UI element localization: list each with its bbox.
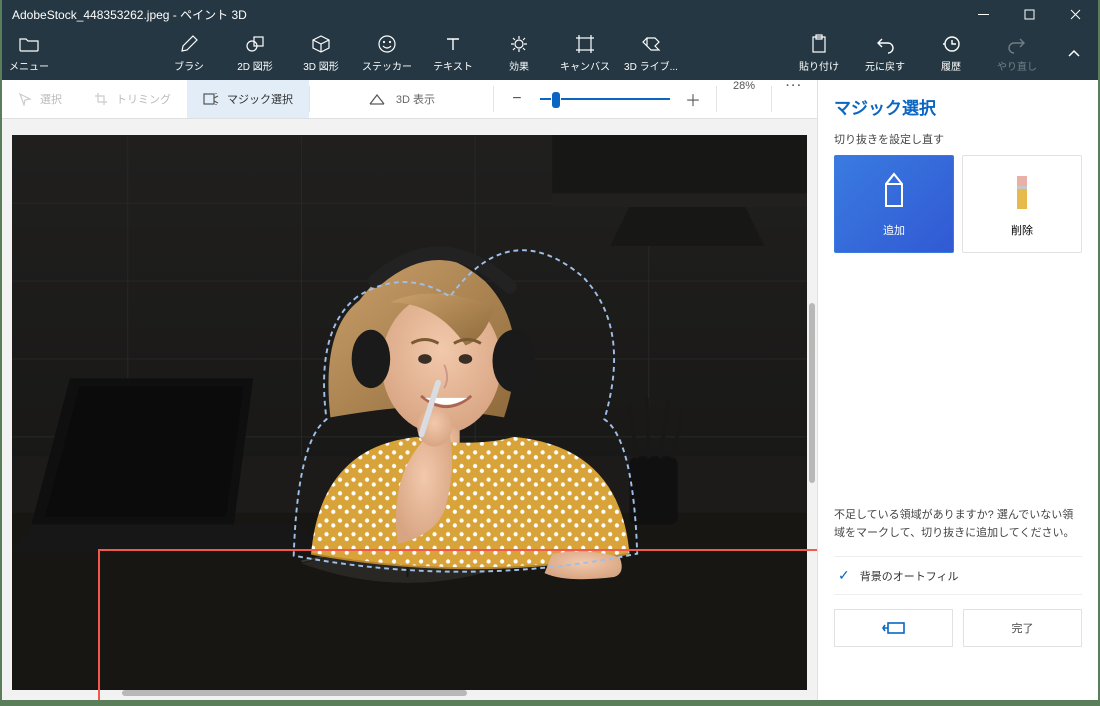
window-maximize-button[interactable] (1006, 0, 1052, 28)
panel-back-button[interactable] (834, 609, 953, 647)
done-label: 完了 (1012, 620, 1034, 636)
window-title: AdobeStock_448353262.jpeg - ペイント 3D (12, 6, 247, 23)
canvas-label: キャンバス (560, 58, 610, 73)
lib3d-label: 3D ライブ... (624, 58, 678, 73)
history-icon (941, 34, 961, 54)
shape2d-button[interactable]: 2D 図形 (222, 28, 288, 80)
shape2d-label: 2D 図形 (237, 58, 273, 73)
lib3d-icon (641, 34, 661, 54)
paste-label: 貼り付け (799, 58, 839, 73)
magic-label: マジック選択 (227, 91, 293, 107)
effect-label: 効果 (509, 58, 529, 73)
menu-button[interactable]: メニュー (2, 28, 56, 80)
autofill-checkbox[interactable]: ✓ 背景のオートフィル (834, 556, 1082, 595)
crop-label: トリミング (116, 91, 171, 107)
window-close-button[interactable] (1052, 0, 1098, 28)
brush-icon (179, 34, 199, 54)
brush-label: ブラシ (174, 58, 204, 73)
shape3d-icon (311, 34, 331, 54)
add-label: 追加 (883, 222, 905, 238)
menu-label: メニュー (9, 58, 49, 73)
effect-button[interactable]: 効果 (486, 28, 552, 80)
shape2d-icon (245, 34, 265, 54)
history-button[interactable]: 履歴 (918, 28, 984, 80)
zoom-in-button[interactable]: ＋ (684, 90, 702, 108)
sticker-button[interactable]: ステッカー (354, 28, 420, 80)
magic-select-tool[interactable]: マジック選択 (187, 80, 309, 118)
view3d-icon (368, 92, 386, 106)
zoom-slider[interactable] (540, 90, 670, 108)
select-label: 選択 (40, 91, 62, 107)
collapse-ribbon-button[interactable] (1050, 28, 1098, 80)
autofill-label: 背景のオートフィル (860, 568, 959, 584)
shape3d-button[interactable]: 3D 図形 (288, 28, 354, 80)
pencil-add-icon (877, 170, 911, 214)
add-tile[interactable]: 追加 (834, 155, 954, 253)
panel-hint: 不足している領域がありますか? 選んでいない領域をマークして、切り抜きに追加して… (834, 507, 1082, 542)
text-label: テキスト (433, 58, 473, 73)
more-button[interactable]: ··· (772, 80, 817, 118)
text-icon (443, 34, 463, 54)
folder-icon (19, 34, 39, 54)
text-button[interactable]: テキスト (420, 28, 486, 80)
paste-icon (809, 34, 829, 54)
eraser-icon (1005, 170, 1039, 214)
undo-icon (875, 34, 895, 54)
redo-label: やり直し (997, 58, 1037, 73)
magic-icon (203, 92, 219, 106)
paste-button[interactable]: 貼り付け (786, 28, 852, 80)
back-icon (882, 621, 906, 635)
view3d-toggle[interactable]: 3D 表示 (310, 80, 493, 118)
zoom-percent[interactable]: 28% (717, 80, 771, 118)
cursor-icon (18, 92, 32, 106)
redo-button: やり直し (984, 28, 1050, 80)
effect-icon (509, 34, 529, 54)
crop-icon (94, 92, 108, 106)
sticker-icon (377, 34, 397, 54)
remove-label: 削除 (1011, 222, 1033, 238)
sticker-label: ステッカー (362, 58, 412, 73)
panel-subtitle: 切り抜きを設定し直す (834, 131, 1082, 147)
done-button[interactable]: 完了 (963, 609, 1082, 647)
undo-label: 元に戻す (865, 58, 905, 73)
select-tool: 選択 (2, 80, 78, 118)
panel-title: マジック選択 (834, 94, 1082, 119)
history-label: 履歴 (941, 58, 961, 73)
shape3d-label: 3D 図形 (303, 58, 339, 73)
undo-button[interactable]: 元に戻す (852, 28, 918, 80)
check-icon: ✓ (838, 567, 850, 584)
annotation-callout-tail (98, 550, 100, 700)
crop-tool: トリミング (78, 80, 187, 118)
lib3d-button[interactable]: 3D ライブ... (618, 28, 684, 80)
brush-button[interactable]: ブラシ (156, 28, 222, 80)
canvas-button[interactable]: キャンバス (552, 28, 618, 80)
remove-tile[interactable]: 削除 (962, 155, 1082, 253)
zoom-out-button[interactable]: − (508, 90, 526, 108)
window-minimize-button[interactable] (960, 0, 1006, 28)
canvas-icon (575, 34, 595, 54)
annotation-callout (98, 549, 817, 700)
view3d-label: 3D 表示 (396, 91, 435, 107)
redo-icon (1007, 34, 1027, 54)
